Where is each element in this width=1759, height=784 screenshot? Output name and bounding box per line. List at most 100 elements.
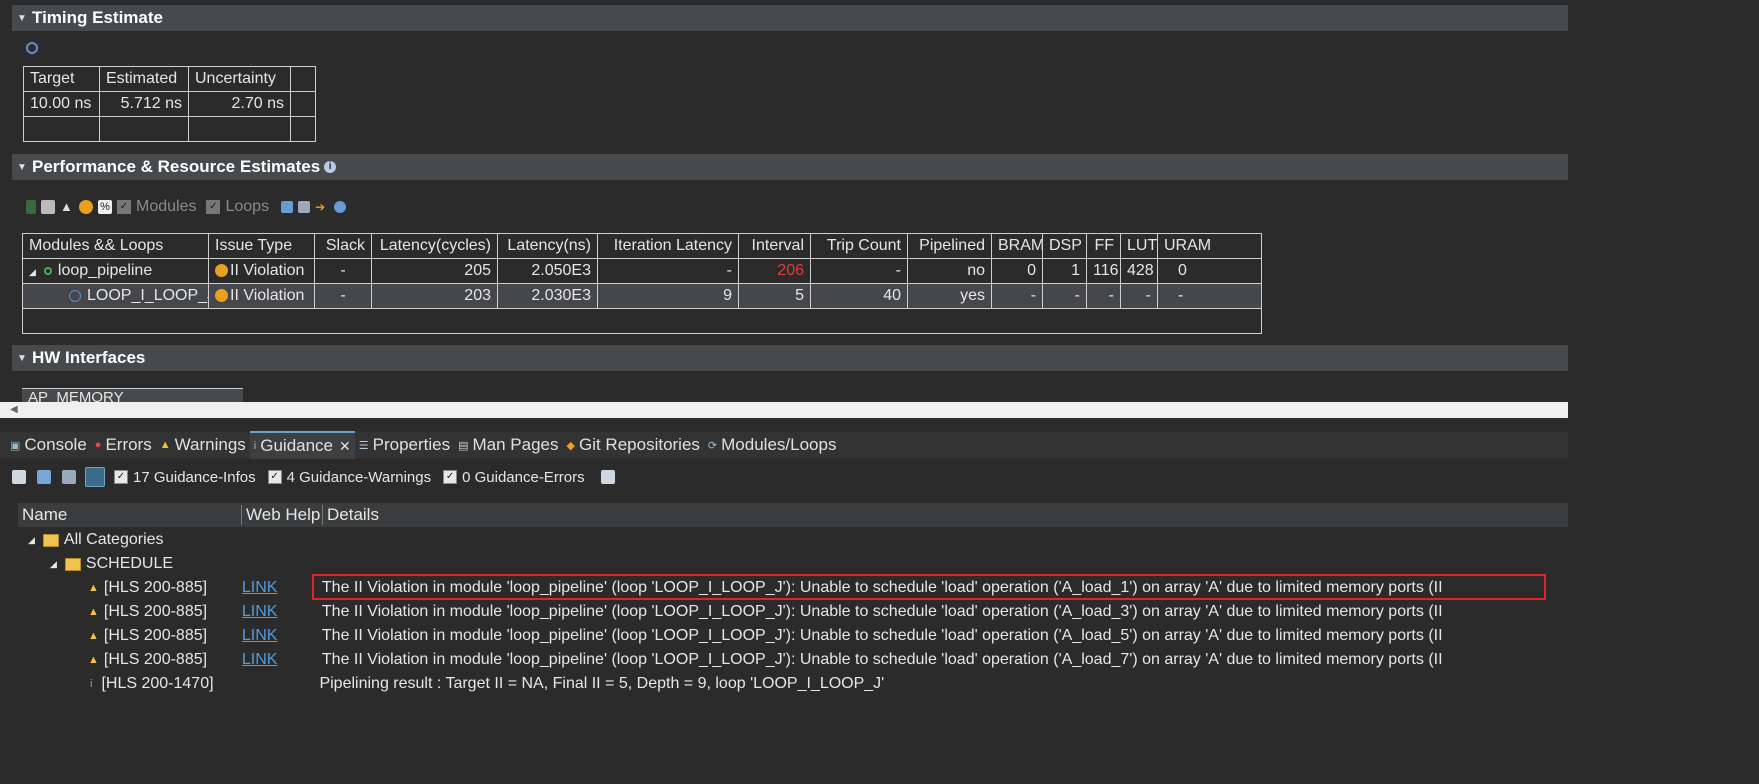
tab-errors[interactable]: ● Errors (91, 432, 156, 458)
loop-icon (69, 289, 81, 302)
table-row[interactable]: ◢ loop_pipeline II Violation - 205 2.050E… (22, 258, 1262, 284)
report-view: ▼ Timing Estimate Target Estimated Uncer… (0, 0, 1568, 402)
hw-section-title: HW Interfaces (32, 348, 146, 367)
perf-header-ff: FF (1086, 233, 1121, 259)
warning-icon: ▲ (159, 439, 171, 451)
module-icon (43, 266, 52, 275)
timing-header-uncertainty: Uncertainty (188, 66, 291, 92)
tab-warnings[interactable]: ▲ Warnings (156, 432, 250, 458)
guidance-warnings-checkbox[interactable]: ✓ (267, 470, 282, 484)
violation-icon (215, 264, 228, 278)
timing-target-value: 10.00 ns (23, 91, 100, 117)
list-item[interactable]: ▲ [HLS 200-885] LINK The II Violation in… (18, 648, 1443, 672)
list-item[interactable]: ▲ [HLS 200-885] LINK The II Violation in… (18, 600, 1443, 624)
collapse-all-icon[interactable] (298, 201, 311, 213)
tab-modules-loops[interactable]: ⟳ Modules/Loops (704, 432, 841, 458)
refresh-icon[interactable] (26, 42, 38, 54)
tab-properties[interactable]: ☰ Properties (355, 432, 454, 458)
tab-git-repositories[interactable]: ◆ Git Repositories (563, 432, 704, 458)
guidance-icon: i (253, 440, 257, 452)
guidance-toolbar: ✓ 17 Guidance-Infos ✓ 4 Guidance-Warning… (12, 466, 620, 488)
warning-icon: ▲ (88, 582, 99, 594)
col-header-details[interactable]: Details (323, 505, 379, 525)
guidance-infos-label: 17 Guidance-Infos (133, 468, 256, 486)
timing-section-header[interactable]: ▼ Timing Estimate (12, 5, 1568, 31)
col-header-web-help[interactable]: Web Help (242, 505, 323, 525)
info-icon: i (90, 678, 93, 690)
modules-label: Modules (136, 198, 197, 215)
collapse-triangle-icon[interactable]: ▼ (12, 353, 32, 364)
guidance-errors-label: 0 Guidance-Errors (462, 468, 585, 486)
tab-guidance[interactable]: i Guidance ✕ (249, 431, 355, 459)
perf-toolbar: ▲ % ✓ Modules ✓ Loops ➔ (26, 197, 351, 217)
filter-icon[interactable] (600, 470, 615, 484)
perf-header-uram: URAM (1157, 233, 1262, 259)
perf-header-pipelined: Pipelined (907, 233, 992, 259)
violation-icon[interactable] (79, 200, 93, 214)
perf-section-header[interactable]: ▼ Performance & Resource Estimates i (12, 154, 1568, 180)
info-icon[interactable]: i (324, 161, 337, 173)
perf-header-trip: Trip Count (810, 233, 908, 259)
col-header-name[interactable]: Name (18, 505, 242, 525)
loops-label: Loops (225, 198, 270, 215)
violation-icon (215, 289, 228, 303)
tab-man-pages[interactable]: ▤ Man Pages (454, 432, 562, 458)
tree-node-all-categories[interactable]: ◢ All Categories (18, 528, 164, 552)
perf-header-modules: Modules && Loops (22, 233, 209, 259)
tree-icon[interactable] (26, 200, 36, 214)
close-tab-icon[interactable]: ✕ (339, 438, 351, 455)
help-icon[interactable] (334, 201, 347, 213)
timing-table: Target Estimated Uncertainty 10.00 ns 5.… (23, 66, 316, 142)
modules-checkbox[interactable]: ✓ (117, 200, 131, 214)
loops-checkbox[interactable]: ✓ (206, 200, 221, 214)
guidance-errors-checkbox[interactable]: ✓ (443, 470, 458, 484)
modules-loops-icon: ⟳ (707, 439, 718, 452)
guidance-table-header: Name Web Help Details (18, 503, 1568, 527)
web-help-link[interactable]: LINK (242, 627, 322, 645)
hierarchy-toggle-icon[interactable] (85, 467, 105, 487)
collapse-triangle-icon[interactable]: ▼ (12, 162, 32, 173)
tree-node-schedule[interactable]: ◢ SCHEDULE (18, 552, 173, 576)
scroll-left-icon[interactable]: ◀ (10, 404, 18, 415)
hw-section-header[interactable]: ▼ HW Interfaces (12, 345, 1568, 371)
console-icon: ▣ (10, 439, 21, 452)
percent-icon[interactable]: % (98, 200, 112, 214)
web-help-link[interactable]: LINK (242, 579, 322, 597)
timing-header-estimated: Estimated (99, 66, 189, 92)
warning-icon[interactable]: ▲ (60, 200, 74, 214)
list-item[interactable]: ▲ [HLS 200-885] LINK The II Violation in… (18, 576, 1443, 600)
web-help-link[interactable]: LINK (242, 651, 322, 669)
man-pages-icon: ▤ (458, 439, 469, 452)
horizontal-scrollbar[interactable]: ◀ (0, 402, 1568, 418)
perf-header-interval: Interval (738, 233, 811, 259)
hw-interface-label: AP_MEMORY (22, 388, 243, 402)
perf-header-lat-ns: Latency(ns) (497, 233, 598, 259)
list-item[interactable]: ▲ [HLS 200-885] LINK The II Violation in… (18, 624, 1443, 648)
web-help-link[interactable]: LINK (242, 603, 322, 621)
expand-all-icon[interactable] (37, 470, 51, 484)
perf-header-slack: Slack (314, 233, 372, 259)
folder-icon (42, 533, 59, 547)
grid-icon[interactable] (41, 200, 55, 214)
perf-header-iter-lat: Iteration Latency (597, 233, 739, 259)
collapse-triangle-icon[interactable]: ▼ (12, 13, 32, 24)
guidance-infos-checkbox[interactable]: ✓ (114, 470, 128, 484)
table-row[interactable]: LOOP_I_LOOP_J II Violation - 203 2.030E3… (22, 283, 1262, 309)
perf-header-bram: BRAM (991, 233, 1043, 259)
error-icon: ● (94, 439, 102, 451)
arrow-icon[interactable]: ➔ (315, 200, 329, 214)
tab-console[interactable]: ▣ Console (6, 432, 91, 458)
perf-section-title: Performance & Resource Estimates (32, 157, 321, 176)
search-icon[interactable] (12, 470, 26, 484)
expand-all-icon[interactable] (281, 201, 294, 213)
perf-header-dsp: DSP (1042, 233, 1087, 259)
collapse-all-icon[interactable] (62, 470, 76, 484)
list-item[interactable]: i [HLS 200-1470] Pipelining result : Tar… (18, 672, 884, 696)
git-icon: ◆ (566, 439, 575, 452)
perf-table: Modules && Loops Issue Type Slack Latenc… (22, 233, 1262, 334)
timing-estimated-value: 5.712 ns (99, 91, 189, 117)
perf-header-issue: Issue Type (208, 233, 315, 259)
guidance-warnings-label: 4 Guidance-Warnings (286, 468, 432, 486)
timing-uncertainty-value: 2.70 ns (188, 91, 291, 117)
warning-icon: ▲ (88, 606, 99, 618)
